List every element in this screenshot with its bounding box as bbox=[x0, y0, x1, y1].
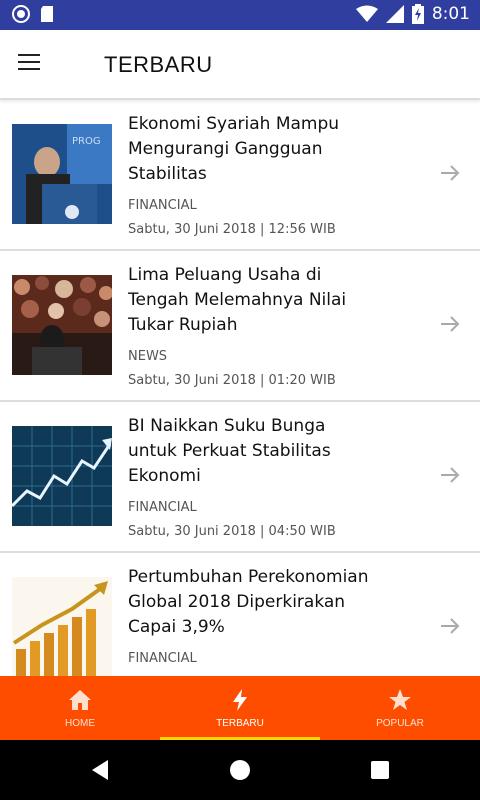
article-date: Sabtu, 30 Juni 2018 | 04:50 WIB bbox=[128, 524, 336, 539]
article-thumbnail bbox=[12, 275, 112, 375]
article-category: FINANCIAL bbox=[128, 651, 197, 666]
star-icon bbox=[389, 689, 411, 710]
article-thumbnail: PROG bbox=[12, 124, 112, 224]
arrow-right-icon[interactable] bbox=[440, 465, 460, 485]
article-category: FINANCIAL bbox=[128, 198, 197, 213]
nav-label-terbaru: TERBARU bbox=[216, 718, 264, 729]
article-title[interactable]: Pertumbuhan Perekonomian Global 2018 Dip… bbox=[128, 565, 378, 640]
article-item[interactable]: Lima Peluang Usaha di Tengah Melemahnya … bbox=[0, 251, 480, 402]
home-icon bbox=[69, 690, 91, 710]
battery-charging-icon bbox=[411, 4, 424, 24]
article-category: NEWS bbox=[128, 349, 168, 364]
status-time: 8:01 bbox=[431, 4, 470, 24]
wifi-icon bbox=[355, 5, 378, 22]
article-thumbnail bbox=[12, 426, 112, 526]
status-bar: 8:01 bbox=[0, 0, 480, 30]
cell-signal-icon bbox=[385, 5, 404, 23]
back-icon[interactable] bbox=[88, 758, 112, 782]
app-bar: TERBARU bbox=[0, 30, 480, 100]
recents-icon[interactable] bbox=[368, 758, 392, 782]
nav-label-popular: POPULAR bbox=[376, 718, 424, 729]
article-title[interactable]: Lima Peluang Usaha di Tengah Melemahnya … bbox=[128, 263, 378, 338]
bolt-icon bbox=[233, 689, 247, 711]
arrow-right-icon[interactable] bbox=[440, 163, 460, 183]
nav-item-popular[interactable]: POPULAR bbox=[320, 676, 480, 740]
arrow-right-icon[interactable] bbox=[440, 314, 460, 334]
app-notification-icon bbox=[12, 5, 30, 23]
svg-text:PROG: PROG bbox=[72, 136, 101, 147]
article-title[interactable]: Ekonomi Syariah Mampu Mengurangi Ganggua… bbox=[128, 112, 378, 187]
sd-card-icon bbox=[41, 6, 53, 22]
article-item[interactable]: BI Naikkan Suku Bunga untuk Perkuat Stab… bbox=[0, 402, 480, 553]
home-circle-icon[interactable] bbox=[228, 758, 252, 782]
article-title[interactable]: BI Naikkan Suku Bunga untuk Perkuat Stab… bbox=[128, 414, 378, 489]
article-thumbnail bbox=[12, 577, 112, 676]
article-item[interactable]: PROG Ekonomi Syariah Mampu Mengurangi Ga… bbox=[0, 100, 480, 251]
article-date: Sabtu, 30 Juni 2018 | 12:56 WIB bbox=[128, 222, 336, 237]
nav-item-terbaru[interactable]: TERBARU bbox=[160, 676, 320, 740]
article-item[interactable]: Pertumbuhan Perekonomian Global 2018 Dip… bbox=[0, 553, 480, 676]
nav-item-home[interactable]: HOME bbox=[0, 676, 160, 740]
article-date: Sabtu, 30 Juni 2018 | 01:20 WIB bbox=[128, 373, 336, 388]
system-navigation-bar bbox=[0, 740, 480, 800]
arrow-right-icon[interactable] bbox=[440, 616, 460, 636]
page-title: TERBARU bbox=[104, 52, 213, 77]
bottom-navigation: HOME TERBARU POPULAR bbox=[0, 676, 480, 740]
article-category: FINANCIAL bbox=[128, 500, 197, 515]
hamburger-menu-icon[interactable] bbox=[18, 54, 42, 74]
article-list[interactable]: PROG Ekonomi Syariah Mampu Mengurangi Ga… bbox=[0, 100, 480, 676]
nav-label-home: HOME bbox=[65, 718, 95, 729]
